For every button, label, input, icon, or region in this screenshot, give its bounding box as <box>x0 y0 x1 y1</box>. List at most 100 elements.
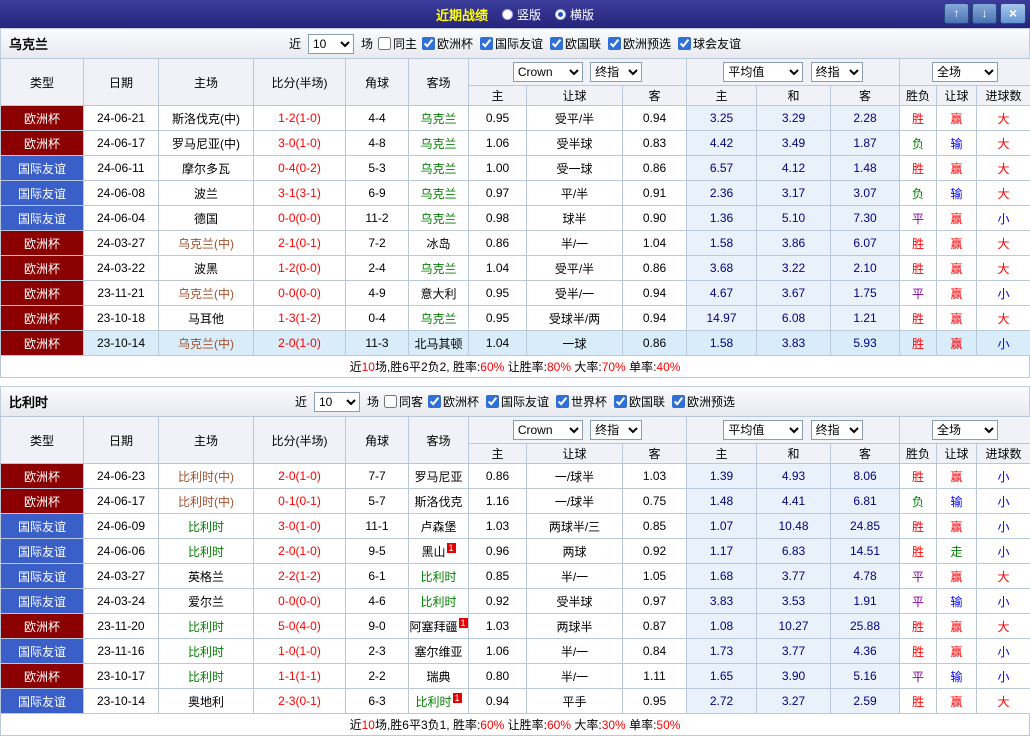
corner-cell: 5-7 <box>346 489 409 514</box>
asia-odds-time-select[interactable]: 终指 <box>590 62 642 82</box>
away-team: 罗马尼亚 <box>409 464 469 489</box>
bookmaker-select[interactable]: Crown <box>513 62 583 82</box>
result-cell: 胜 <box>900 689 937 714</box>
league-checkbox[interactable] <box>678 37 691 50</box>
league-filter[interactable]: 球会友谊 <box>678 35 741 52</box>
league-checkbox[interactable] <box>486 395 499 408</box>
results-table: 类型 日期 主场 比分(半场) 角球 客场 Crown 终指 平均值 终指 <box>0 416 1030 714</box>
col-handicap-result: 让球 <box>937 86 977 106</box>
same-venue-checkbox[interactable] <box>384 395 397 408</box>
league-filter[interactable]: 欧国联 <box>614 393 665 410</box>
away-team: 乌克兰 <box>409 131 469 156</box>
match-row[interactable]: 国际友谊24-06-06比利时2-0(1-0)9-5黑山10.96两球0.921… <box>1 539 1030 564</box>
move-up-button[interactable]: ↑ <box>944 3 969 24</box>
home-team: 英格兰 <box>159 564 254 589</box>
league-filter[interactable]: 欧洲预选 <box>672 393 735 410</box>
match-row[interactable]: 国际友谊23-11-16比利时1-0(1-0)2-3塞尔维亚1.06半/一0.8… <box>1 639 1030 664</box>
league-checkbox[interactable] <box>556 395 569 408</box>
match-row[interactable]: 国际友谊24-03-24爱尔兰0-0(0-0)4-6比利时0.92受半球0.97… <box>1 589 1030 614</box>
league-checkbox[interactable] <box>614 395 627 408</box>
summary-segment: 大率: <box>571 360 602 374</box>
corner-cell: 9-0 <box>346 614 409 639</box>
match-row[interactable]: 国际友谊24-06-08波兰3-1(3-1)6-9乌克兰0.97平/半0.912… <box>1 181 1030 206</box>
away-team: 北马其顿 <box>409 331 469 356</box>
score-cell: 1-2(1-0) <box>254 106 346 131</box>
asia-home-odds-cell: 0.94 <box>469 689 527 714</box>
match-row[interactable]: 国际友谊24-06-04德国0-0(0-0)11-2乌克兰0.98球半0.901… <box>1 206 1030 231</box>
league-checkbox[interactable] <box>422 37 435 50</box>
same-venue-filter[interactable]: 同客 <box>384 393 423 410</box>
home-team: 乌克兰(中) <box>159 331 254 356</box>
match-row[interactable]: 国际友谊24-06-11摩尔多瓦0-4(0-2)5-3乌克兰1.00受一球0.8… <box>1 156 1030 181</box>
near-label: 近 <box>289 35 301 52</box>
league-filter[interactable]: 欧国联 <box>550 35 601 52</box>
match-row[interactable]: 欧洲杯23-10-14乌克兰(中)2-0(1-0)11-3北马其顿1.04一球0… <box>1 331 1030 356</box>
close-button[interactable]: × <box>1000 3 1026 24</box>
match-row[interactable]: 国际友谊24-06-09比利时3-0(1-0)11-1卢森堡1.03两球半/三0… <box>1 514 1030 539</box>
result-cell: 负 <box>900 181 937 206</box>
league-filter[interactable]: 欧洲杯 <box>428 393 479 410</box>
league-checkbox[interactable] <box>608 37 621 50</box>
match-row[interactable]: 欧洲杯24-06-23比利时(中)2-0(1-0)7-7罗马尼亚0.86一/球半… <box>1 464 1030 489</box>
match-row[interactable]: 国际友谊24-03-27英格兰2-2(1-2)6-1比利时0.85半/一1.05… <box>1 564 1030 589</box>
asia-away-odds-cell: 1.03 <box>623 464 687 489</box>
type-cell: 国际友谊 <box>1 206 84 231</box>
league-checkbox[interactable] <box>550 37 563 50</box>
layout-horizontal-option[interactable]: 横版 <box>555 6 594 23</box>
euro-odds-time-select[interactable]: 终指 <box>811 62 863 82</box>
euro-source-select[interactable]: 平均值 <box>723 62 803 82</box>
league-filter[interactable]: 国际友谊 <box>486 393 549 410</box>
same-venue-checkbox[interactable] <box>378 37 391 50</box>
handicap-result-cell: 赢 <box>937 281 977 306</box>
euro-home-odds-cell: 2.72 <box>687 689 757 714</box>
col-euro-draw: 和 <box>757 86 831 106</box>
euro-away-odds-cell: 1.21 <box>831 306 900 331</box>
euro-draw-odds-cell: 10.48 <box>757 514 831 539</box>
match-row[interactable]: 欧洲杯24-06-17罗马尼亚(中)3-0(1-0)4-8乌克兰1.06受半球0… <box>1 131 1030 156</box>
bookmaker-select[interactable]: Crown <box>513 420 583 440</box>
move-down-button[interactable]: ↓ <box>972 3 997 24</box>
layout-vertical-option[interactable]: 竖版 <box>502 6 541 23</box>
asia-odds-header-group: Crown 终指 <box>469 59 687 86</box>
euro-odds-header-group: 平均值 终指 <box>687 417 900 444</box>
team-name: 乌克兰 <box>9 34 48 53</box>
asia-away-odds-cell: 0.91 <box>623 181 687 206</box>
home-team: 德国 <box>159 206 254 231</box>
league-filter[interactable]: 国际友谊 <box>480 35 543 52</box>
euro-away-odds-cell: 1.91 <box>831 589 900 614</box>
asia-odds-time-select[interactable]: 终指 <box>590 420 642 440</box>
league-filter[interactable]: 欧洲杯 <box>422 35 473 52</box>
score-cell: 0-0(0-0) <box>254 281 346 306</box>
result-cell: 平 <box>900 589 937 614</box>
score-cell: 1-3(1-2) <box>254 306 346 331</box>
match-row[interactable]: 欧洲杯23-10-17比利时1-1(1-1)2-2瑞典0.80半/一1.111.… <box>1 664 1030 689</box>
goals-result-cell: 大 <box>977 564 1030 589</box>
league-checkbox[interactable] <box>672 395 685 408</box>
euro-source-select[interactable]: 平均值 <box>723 420 803 440</box>
match-row[interactable]: 欧洲杯24-06-17比利时(中)0-1(0-1)5-7斯洛伐克1.16一/球半… <box>1 489 1030 514</box>
home-team: 比利时 <box>159 664 254 689</box>
match-row[interactable]: 欧洲杯24-03-22波黑1-2(0-0)2-4乌克兰1.04受平/半0.863… <box>1 256 1030 281</box>
match-count-select[interactable]: 10 <box>314 392 360 412</box>
asia-handicap-cell: 一球 <box>527 331 623 356</box>
euro-draw-odds-cell: 3.86 <box>757 231 831 256</box>
league-checkbox[interactable] <box>480 37 493 50</box>
match-row[interactable]: 欧洲杯23-11-21乌克兰(中)0-0(0-0)4-9意大利0.95受半/一0… <box>1 281 1030 306</box>
summary-segment: 让胜率: <box>504 360 547 374</box>
euro-odds-time-select[interactable]: 终指 <box>811 420 863 440</box>
scope-select[interactable]: 全场 <box>932 420 998 440</box>
col-type: 类型 <box>1 417 84 464</box>
scope-select[interactable]: 全场 <box>932 62 998 82</box>
match-row[interactable]: 欧洲杯23-10-18马耳他1-3(1-2)0-4乌克兰0.95受球半/两0.9… <box>1 306 1030 331</box>
match-row[interactable]: 欧洲杯23-11-20比利时5-0(4-0)9-0阿塞拜疆11.03两球半0.8… <box>1 614 1030 639</box>
league-checkbox[interactable] <box>428 395 441 408</box>
league-filter[interactable]: 欧洲预选 <box>608 35 671 52</box>
match-count-select[interactable]: 10 <box>308 34 354 54</box>
home-team: 比利时 <box>159 639 254 664</box>
match-row[interactable]: 国际友谊23-10-14奥地利2-3(0-1)6-3比利时10.94平手0.95… <box>1 689 1030 714</box>
match-row[interactable]: 欧洲杯24-03-27乌克兰(中)2-1(0-1)7-2冰岛0.86半/一1.0… <box>1 231 1030 256</box>
match-row[interactable]: 欧洲杯24-06-21斯洛伐克(中)1-2(1-0)4-4乌克兰0.95受平/半… <box>1 106 1030 131</box>
handicap-result-cell: 赢 <box>937 689 977 714</box>
same-venue-filter[interactable]: 同主 <box>378 35 417 52</box>
league-filter[interactable]: 世界杯 <box>556 393 607 410</box>
